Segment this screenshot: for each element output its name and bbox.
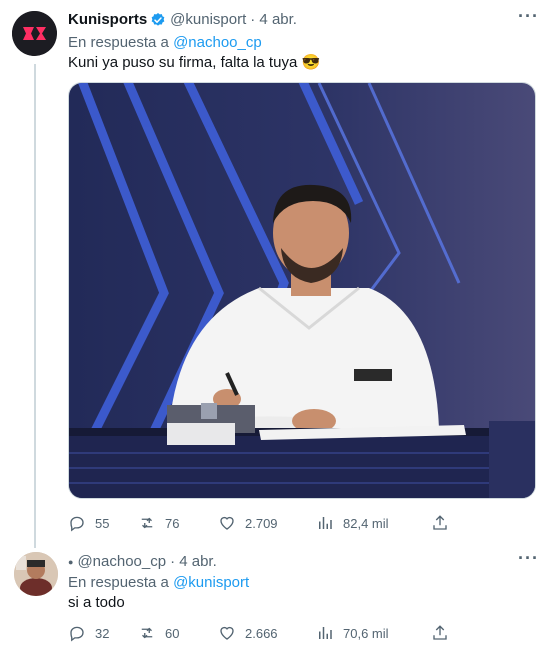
views-icon	[319, 627, 332, 639]
avatar-kunisports[interactable]	[12, 11, 57, 56]
avatar-nachoo[interactable]	[14, 552, 58, 596]
like-count: 2.709	[245, 515, 278, 531]
reply-count: 55	[95, 515, 110, 531]
reply-icon	[70, 516, 84, 532]
reply-button[interactable]: 32	[68, 624, 138, 642]
tweet-actions: 32 60 2.666 70,6 mil	[68, 624, 458, 642]
share-button[interactable]	[431, 624, 458, 642]
reply-button[interactable]: 55	[68, 514, 138, 532]
views-button[interactable]: 70,6 mil	[316, 624, 431, 642]
retweet-count: 60	[165, 625, 180, 641]
reply-context: En respuesta a @nachoo_cp	[68, 34, 262, 51]
reply-mention-link[interactable]: @nachoo_cp	[173, 34, 262, 51]
reply-mention-link[interactable]: @kunisport	[173, 574, 249, 591]
kunisports-logo	[12, 11, 57, 56]
retweet-button[interactable]: 76	[138, 514, 218, 532]
like-button[interactable]: 2.666	[218, 624, 316, 642]
verified-badge-icon	[151, 12, 165, 26]
tweet-actions: 55 76 2.709 82,4 mil	[68, 514, 458, 532]
retweet-count: 76	[165, 515, 180, 531]
like-icon	[220, 516, 234, 530]
handle[interactable]: @nachoo_cp	[77, 553, 166, 570]
reply-count: 32	[95, 625, 110, 641]
views-icon	[319, 517, 332, 529]
photo-signing-contract	[69, 83, 535, 498]
more-icon[interactable]: ···	[518, 6, 539, 27]
tweet-text: si a todo	[68, 594, 125, 611]
views-count: 82,4 mil	[343, 515, 389, 531]
views-button[interactable]: 82,4 mil	[316, 514, 431, 532]
handle[interactable]: @kunisport	[170, 11, 246, 28]
more-icon[interactable]: ···	[518, 548, 539, 569]
share-button[interactable]	[431, 514, 458, 532]
retweet-button[interactable]: 60	[138, 624, 218, 642]
like-count: 2.666	[245, 625, 278, 641]
reply-prefix: En respuesta a	[68, 574, 169, 591]
timestamp[interactable]: · 4 abr.	[250, 11, 297, 28]
private-dot-icon: ●	[68, 556, 74, 567]
reply-icon	[70, 626, 84, 642]
reply-prefix: En respuesta a	[68, 34, 169, 51]
views-count: 70,6 mil	[343, 625, 389, 641]
timestamp[interactable]: · 4 abr.	[170, 553, 217, 570]
tweet-media-photo[interactable]	[68, 82, 536, 499]
avatar-photo	[14, 552, 58, 596]
share-icon	[433, 625, 447, 640]
like-button[interactable]: 2.709	[218, 514, 316, 532]
tweet-header: ● @nachoo_cp · 4 abr.	[68, 553, 217, 570]
retweet-icon	[141, 627, 153, 639]
display-name[interactable]: Kunisports	[68, 11, 147, 28]
tweet-text: Kuni ya puso su firma, falta la tuya 😎	[68, 54, 321, 71]
like-icon	[220, 626, 234, 640]
retweet-icon	[141, 517, 153, 529]
share-icon	[433, 515, 447, 530]
tweet-header: Kunisports @kunisport · 4 abr.	[68, 11, 297, 28]
reply-context: En respuesta a @kunisport	[68, 574, 249, 591]
thread-line	[34, 64, 36, 548]
